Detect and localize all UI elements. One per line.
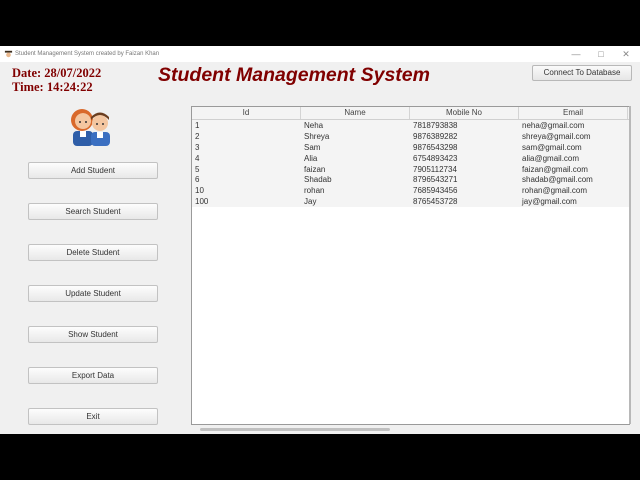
student-cap-icon (4, 50, 13, 58)
cell-id: 6 (195, 175, 200, 185)
date-label: Date: 28/07/2022 (12, 66, 102, 80)
column-header-id[interactable]: Id (192, 107, 301, 119)
cell-name: Jay (304, 197, 317, 207)
cell-mobile: 7905112734 (413, 164, 457, 174)
cell-mobile: 9876543298 (413, 142, 458, 152)
connect-database-button[interactable]: Connect To Database (532, 65, 632, 81)
cell-mobile: 8796543271 (413, 175, 458, 185)
cell-name: Neha (304, 121, 324, 130)
update-student-button[interactable]: Update Student (28, 285, 158, 302)
cell-mobile: 8765453728 (413, 197, 458, 207)
cell-mobile: 6754893423 (413, 153, 458, 163)
table-row[interactable]: 5 faizan 7905112734 faizan@gmail.com (192, 163, 629, 175)
cell-email: shreya@gmail.com (522, 131, 591, 141)
cell-id: 3 (195, 142, 200, 152)
students-avatar-icon (71, 109, 110, 146)
cell-id: 5 (195, 164, 200, 174)
cell-id: 1 (195, 121, 200, 130)
cell-email: jay@gmail.com (522, 197, 577, 207)
cell-email: alia@gmail.com (522, 153, 580, 163)
add-student-button[interactable]: Add Student (28, 162, 158, 179)
page-title: Student Management System (158, 64, 430, 86)
time-label: Time: 14:24:22 (12, 80, 93, 94)
table-row[interactable]: 4 Alia 6754893423 alia@gmail.com (192, 152, 629, 164)
table-row[interactable]: 1 Neha 7818793838 neha@gmail.com (192, 120, 629, 131)
student-table: Id Name Mobile No Email 1 Neha 7818793838 n… (191, 106, 630, 425)
cell-mobile: 9876389282 (413, 131, 458, 141)
cell-id: 100 (195, 197, 209, 207)
table-header: Id Name Mobile No Email (192, 107, 629, 120)
window-title: Student Management System created by Fai… (15, 51, 160, 57)
cell-id: 4 (195, 153, 200, 163)
close-button[interactable]: ✕ (615, 46, 637, 62)
column-header-mobile[interactable]: Mobile No (410, 107, 519, 119)
cell-id: 2 (195, 131, 200, 141)
table-row[interactable]: 10 rohan 7685943456 rohan@gmail.com (192, 185, 629, 197)
horizontal-scrollbar[interactable] (200, 428, 390, 431)
table-row[interactable]: 2 Shreya 9876389282 shreya@gmail.com (192, 130, 629, 142)
cell-mobile: 7685943456 (413, 186, 458, 196)
minimize-button[interactable]: — (565, 46, 587, 62)
table-row[interactable]: 6 Shadab 8796543271 shadab@gmail.com (192, 174, 629, 186)
table-row[interactable]: 100 Jay 8765453728 jay@gmail.com (192, 196, 629, 208)
cell-email: sam@gmail.com (522, 142, 582, 152)
maximize-button[interactable]: □ (590, 46, 612, 62)
title-bar: Student Management System created by Fai… (0, 46, 640, 62)
export-data-button[interactable]: Export Data (28, 367, 158, 384)
cell-email: rohan@gmail.com (522, 186, 588, 196)
cell-name: rohan (304, 186, 325, 196)
cell-mobile: 7818793838 (413, 121, 458, 130)
search-student-button[interactable]: Search Student (28, 203, 158, 220)
delete-student-button[interactable]: Delete Student (28, 244, 158, 261)
exit-button[interactable]: Exit (28, 408, 158, 425)
cell-email: shadab@gmail.com (522, 175, 593, 185)
cell-name: faizan (304, 164, 326, 174)
show-student-button[interactable]: Show Student (28, 326, 158, 343)
cell-id: 10 (195, 186, 204, 196)
cell-name: Alia (304, 153, 318, 163)
cell-name: Shreya (304, 131, 330, 141)
table-body: 1 Neha 7818793838 neha@gmail.com 2 Shreya 9876… (192, 120, 629, 208)
column-header-name[interactable]: Name (301, 107, 410, 119)
app-window: Student Management System created by Fai… (0, 46, 640, 434)
cell-email: faizan@gmail.com (522, 164, 588, 174)
vertical-scrollbar[interactable] (629, 106, 631, 424)
cell-name: Sam (304, 142, 321, 152)
cell-email: neha@gmail.com (522, 121, 585, 130)
column-header-email[interactable]: Email (519, 107, 628, 119)
cell-name: Shadab (304, 175, 332, 185)
table-row[interactable]: 3 Sam 9876543298 sam@gmail.com (192, 141, 629, 153)
